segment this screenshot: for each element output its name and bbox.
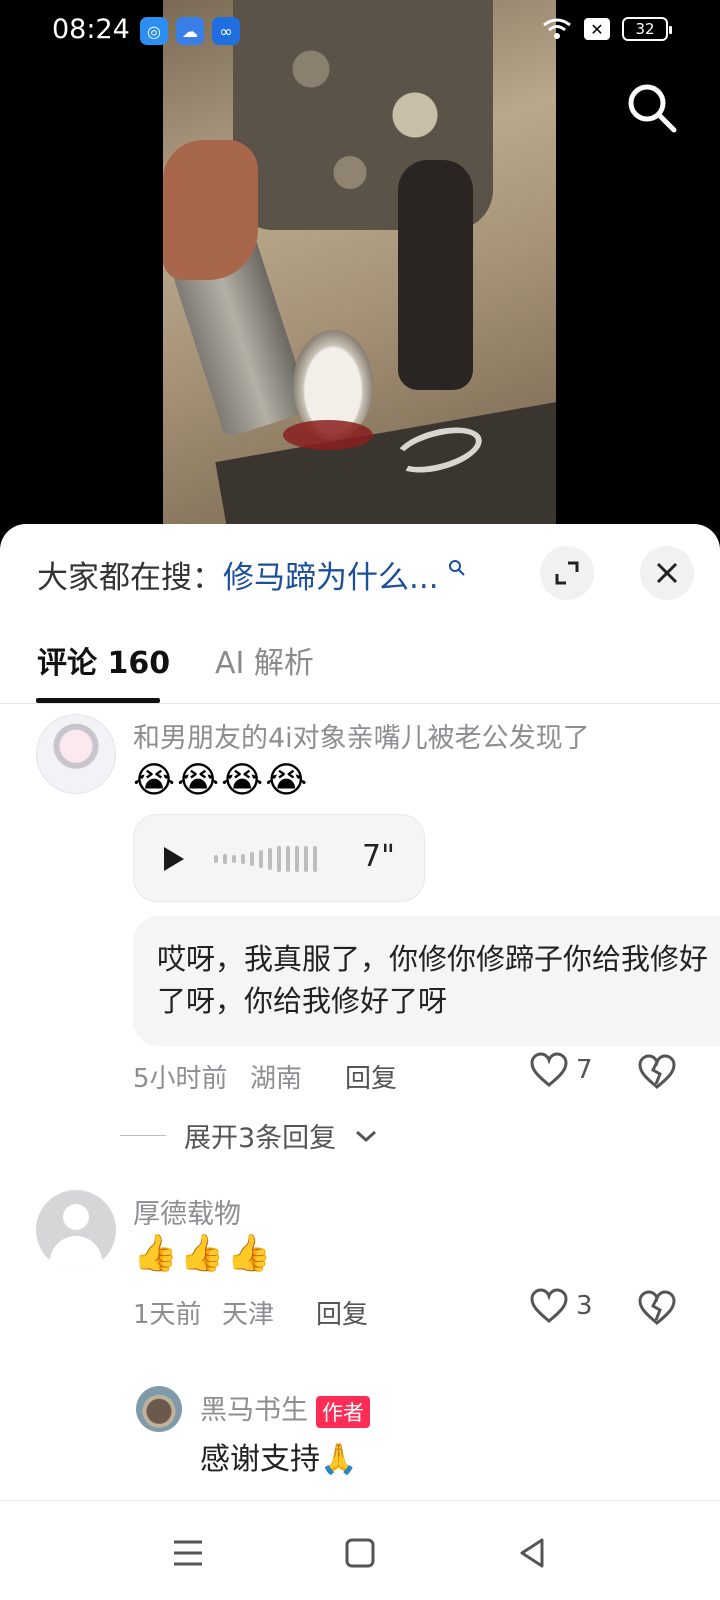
reply-username-text: 黑马书生 [200, 1395, 308, 1426]
battery-level: 32 [635, 20, 655, 38]
system-icons: ✕ 32 [542, 17, 672, 41]
search-icon[interactable] [624, 80, 680, 136]
reply-text: 感谢支持🙏 [200, 1442, 358, 1477]
search-suggestion-keyword[interactable]: 修马蹄为什么... [223, 560, 439, 596]
voice-transcript: 哎呀，我真服了，你修你修蹄子你给我修好了呀，你给我修好了呀 [133, 916, 720, 1046]
tab-ai-analysis[interactable]: AI 解析 [215, 638, 314, 682]
avatar-head [63, 1204, 89, 1230]
comment-time: 5小时前 [133, 1064, 228, 1094]
avatar[interactable] [36, 714, 116, 794]
tab-comments[interactable]: 评论 160 [37, 638, 170, 682]
wifi-icon [543, 18, 571, 39]
like-button[interactable]: 3 [530, 1288, 593, 1324]
reply-username[interactable]: 黑马书生 作者 [200, 1388, 370, 1428]
comment-username[interactable]: 和男朋友的4i对象亲嘴儿被老公发现了 [133, 716, 590, 755]
comment-time: 1天前 [133, 1300, 202, 1330]
status-bar: 08:24 ◎ ☁ ∞ ✕ 32 [0, 0, 720, 64]
voice-duration: 7" [362, 839, 395, 874]
search-suggestion[interactable]: 大家都在搜：修马蹄为什么... [37, 552, 466, 597]
baidu-netdisk-icon: ∞ [212, 17, 240, 45]
video-player[interactable] [163, 0, 556, 540]
tab-bar: 评论 160 AI 解析 [0, 620, 720, 704]
dislike-icon[interactable] [638, 1054, 676, 1090]
reply-avatar[interactable] [136, 1386, 182, 1432]
reply-button[interactable]: 回复 [345, 1058, 397, 1095]
like-count: 3 [576, 1291, 593, 1321]
comment-location: 天津 [222, 1300, 275, 1330]
hand [163, 140, 258, 280]
comment-emoji: 👍👍👍 [133, 1233, 274, 1274]
reply-button[interactable]: 回复 [316, 1294, 368, 1331]
home-icon[interactable] [342, 1535, 378, 1571]
heart-icon [530, 1052, 568, 1087]
divider-line [120, 1135, 166, 1136]
horse-leg [398, 160, 473, 390]
close-icon [656, 562, 678, 584]
expand-icon [555, 561, 579, 585]
small-search-icon [449, 559, 466, 576]
voice-message[interactable]: 7" [133, 814, 425, 902]
no-sim-icon: ✕ [584, 18, 610, 40]
expand-replies-label: 展开3条回复 [184, 1123, 337, 1154]
weather-icon: ☁ [176, 17, 204, 45]
navigation-bar [0, 1500, 720, 1600]
heart-icon [530, 1288, 568, 1323]
author-badge: 作者 [316, 1395, 370, 1428]
active-tab-indicator [36, 698, 160, 703]
waveform-icon [214, 845, 317, 873]
play-icon[interactable] [164, 847, 184, 871]
like-button[interactable]: 7 [530, 1052, 593, 1088]
dislike-icon[interactable] [638, 1290, 676, 1326]
avatar[interactable] [36, 1190, 116, 1270]
notification-icons: ◎ ☁ ∞ [140, 17, 240, 45]
chevron-down-icon [356, 1130, 377, 1142]
comment-username[interactable]: 厚德载物 [133, 1192, 241, 1231]
qq-browser-icon: ◎ [140, 17, 168, 45]
screen: 08:24 ◎ ☁ ∞ ✕ 32 大家都在搜：修马蹄为什么... 评论 160 … [0, 0, 720, 1600]
menu-icon[interactable] [170, 1535, 206, 1571]
expand-replies-button[interactable]: 展开3条回复 [120, 1116, 378, 1155]
comments-sheet: 大家都在搜：修马蹄为什么... 评论 160 AI 解析 和男朋友的4i对象亲嘴… [0, 524, 720, 1600]
close-button[interactable] [640, 546, 694, 600]
comment-emoji: 😭😭😭😭 [133, 760, 310, 801]
like-count: 7 [576, 1055, 593, 1085]
avatar-body [50, 1236, 102, 1270]
search-suggestion-prefix: 大家都在搜： [37, 560, 223, 596]
back-icon[interactable] [514, 1535, 550, 1571]
comment-location: 湖南 [250, 1064, 303, 1094]
expand-button[interactable] [540, 546, 594, 600]
status-time: 08:24 [52, 14, 130, 45]
battery-icon: 32 [622, 17, 672, 41]
blood-stain [283, 420, 373, 450]
